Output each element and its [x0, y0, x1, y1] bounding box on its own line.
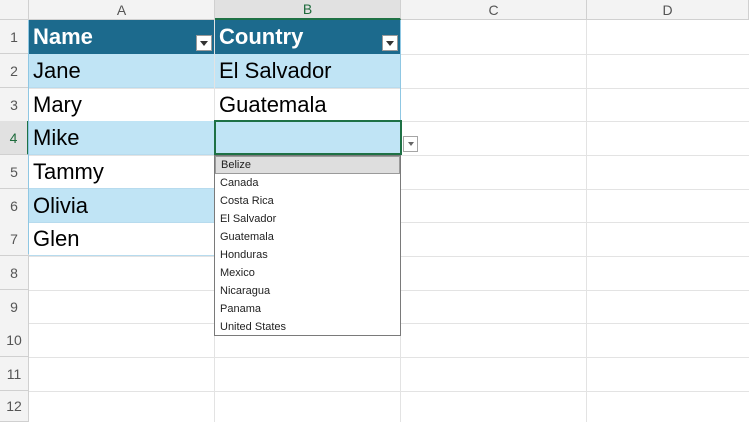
cell-text: Mary [33, 91, 82, 117]
cell-text: Jane [33, 57, 81, 83]
table-cell[interactable]: Olivia [29, 189, 214, 223]
row-header[interactable]: 5 [0, 155, 29, 189]
list-item-label: Costa Rica [220, 195, 274, 207]
list-item-label: United States [220, 321, 287, 333]
select-all-corner[interactable] [0, 0, 29, 20]
validation-list[interactable]: Belize Canada Costa Rica El Salvador Gua… [214, 155, 401, 336]
row-label: 4 [9, 129, 18, 146]
table-cell[interactable]: Mike [29, 121, 214, 155]
row-header[interactable]: 2 [0, 54, 29, 88]
row-header[interactable]: 12 [0, 391, 29, 422]
list-item-label: Panama [220, 303, 261, 315]
row-label: 6 [10, 197, 18, 214]
list-item[interactable]: Belize [215, 156, 400, 174]
list-item[interactable]: Panama [215, 300, 400, 318]
row-label: 12 [6, 398, 22, 414]
cell-text: Olivia [33, 192, 89, 218]
list-item-label: Mexico [220, 267, 255, 279]
filter-dropdown-icon[interactable] [196, 35, 212, 51]
cell-text: Glen [33, 225, 80, 251]
list-item[interactable]: Mexico [215, 264, 400, 282]
table-border [28, 20, 29, 254]
list-item[interactable]: United States [215, 318, 400, 336]
table-cell[interactable]: Mary [29, 88, 214, 122]
table-header-country[interactable]: Country [215, 20, 400, 54]
cell-text: Guatemala [219, 91, 327, 117]
row-header[interactable]: 11 [0, 357, 29, 391]
row-label: 5 [10, 163, 18, 180]
header-label: Country [219, 23, 304, 49]
gridline [29, 357, 749, 358]
column-header-b[interactable]: B [215, 0, 401, 20]
row-header[interactable]: 6 [0, 189, 29, 223]
row-header[interactable]: 9 [0, 290, 29, 324]
column-label: D [662, 1, 673, 18]
row-header[interactable]: 8 [0, 256, 29, 290]
column-label: C [488, 1, 499, 18]
table-cell[interactable]: Glen [29, 222, 214, 256]
list-item[interactable]: Costa Rica [215, 192, 400, 210]
list-item[interactable]: Nicaragua [215, 282, 400, 300]
table-cell[interactable]: El Salvador [215, 54, 400, 88]
row-label: 10 [6, 331, 22, 348]
row-header[interactable]: 7 [0, 222, 29, 256]
list-item-label: Canada [220, 177, 259, 189]
list-item-label: Guatemala [220, 231, 274, 243]
row-header[interactable]: 3 [0, 88, 29, 122]
table-cell[interactable]: Guatemala [215, 88, 400, 122]
list-item-label: Honduras [220, 249, 268, 261]
row-header[interactable]: 10 [0, 323, 29, 357]
row-header[interactable]: 4 [0, 121, 29, 155]
row-label: 9 [10, 298, 18, 315]
gridline [29, 391, 749, 392]
column-header-c[interactable]: C [401, 0, 587, 20]
cell-text: Tammy [33, 158, 104, 184]
cell-text: Mike [33, 124, 80, 150]
column-label: B [302, 1, 313, 17]
list-item[interactable]: Honduras [215, 246, 400, 264]
table-header-name[interactable]: Name [29, 20, 214, 54]
column-header-a[interactable]: A [29, 0, 215, 20]
row-label: 1 [10, 28, 18, 45]
row-label: 2 [10, 62, 18, 79]
header-label: Name [33, 23, 93, 49]
table-cell[interactable]: Tammy [29, 155, 214, 189]
list-item-label: Nicaragua [220, 285, 271, 297]
column-header-d[interactable]: D [587, 0, 749, 20]
list-item[interactable]: Canada [215, 174, 400, 192]
row-label: 8 [10, 264, 18, 281]
table-cell[interactable]: Jane [29, 54, 214, 88]
row-label: 3 [10, 96, 18, 113]
list-item-label: Belize [221, 159, 251, 171]
list-item-label: El Salvador [220, 213, 277, 225]
list-item[interactable]: Guatemala [215, 228, 400, 246]
column-label: A [116, 1, 127, 18]
active-cell[interactable] [214, 120, 402, 155]
gridline [586, 20, 587, 422]
list-item[interactable]: El Salvador [215, 210, 400, 228]
row-label: 11 [6, 365, 22, 382]
filter-dropdown-icon[interactable] [382, 35, 398, 51]
cell-text: El Salvador [219, 57, 332, 83]
data-validation-dropdown-icon[interactable] [403, 136, 418, 152]
row-label: 7 [10, 230, 18, 247]
row-header[interactable]: 1 [0, 20, 29, 54]
